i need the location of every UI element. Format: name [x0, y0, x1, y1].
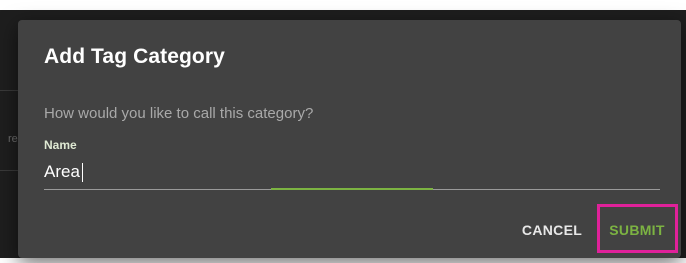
dialog-title: Add Tag Category	[44, 45, 225, 68]
name-input[interactable]	[44, 160, 660, 184]
text-cursor	[82, 163, 83, 182]
cancel-button[interactable]: CANCEL	[520, 218, 584, 242]
backdrop-text-fragment: re	[8, 133, 18, 145]
backdrop-divider	[0, 170, 20, 171]
dialog-prompt: How would you like to call this category…	[44, 105, 314, 122]
submit-button[interactable]: SUBMIT	[606, 218, 668, 242]
name-field: Name	[44, 136, 660, 194]
backdrop-divider	[0, 90, 20, 91]
name-field-label: Name	[44, 138, 77, 152]
add-tag-category-dialog: Add Tag Category How would you like to c…	[18, 20, 681, 258]
screen: re Add Tag Category How would you like t…	[0, 0, 686, 263]
name-field-focus-indicator	[271, 188, 433, 190]
